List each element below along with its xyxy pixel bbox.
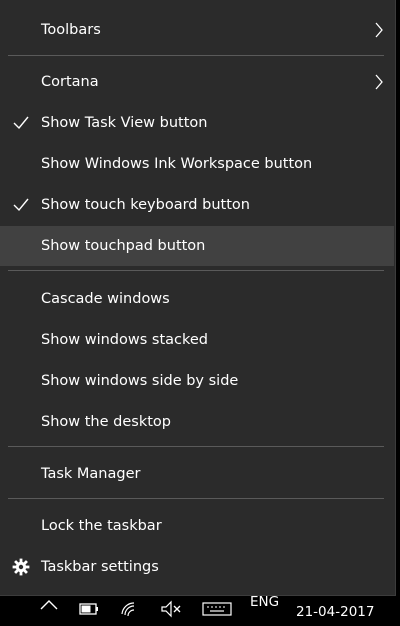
menu-item-label: Show windows side by side	[41, 373, 239, 389]
menu-item-show-windows-ink-workspace-button[interactable]: Show Windows Ink Workspace button	[0, 144, 394, 184]
menu-item-label: Cortana	[41, 74, 99, 90]
gear-icon	[12, 558, 30, 576]
menu-item-show-task-view-button[interactable]: Show Task View button	[0, 103, 394, 143]
menu-item-taskbar-settings[interactable]: Taskbar settings	[0, 547, 394, 587]
menu-item-label: Task Manager	[41, 466, 141, 482]
menu-item-label: Show touchpad button	[41, 238, 206, 254]
menu-item-show-touchpad-button[interactable]: Show touchpad button	[0, 226, 394, 266]
menu-separator	[8, 270, 384, 271]
menu-item-label: Show the desktop	[41, 414, 171, 430]
menu-item-label: Show Windows Ink Workspace button	[41, 156, 313, 172]
menu-item-label: Cascade windows	[41, 291, 170, 307]
menu-item-task-manager[interactable]: Task Manager	[0, 454, 394, 494]
chevron-up-icon[interactable]	[38, 600, 60, 618]
battery-icon[interactable]	[78, 600, 100, 618]
wifi-icon[interactable]	[120, 600, 142, 618]
menu-item-cortana[interactable]: Cortana	[0, 62, 394, 102]
menu-item-label: Show touch keyboard button	[41, 197, 250, 213]
menu-item-label: Show Task View button	[41, 115, 208, 131]
speaker-muted-icon[interactable]	[160, 600, 182, 618]
menu-item-label: Lock the taskbar	[41, 518, 162, 534]
checkmark-icon	[13, 116, 29, 130]
menu-item-lock-the-taskbar[interactable]: Lock the taskbar	[0, 506, 394, 546]
screen: Toolbars Cortana Show Task View button S…	[0, 0, 400, 626]
menu-item-toolbars[interactable]: Toolbars	[0, 10, 394, 50]
taskbar-date[interactable]: 21-04-2017	[296, 604, 374, 620]
menu-separator	[8, 55, 384, 56]
taskbar-context-menu: Toolbars Cortana Show Task View button S…	[0, 0, 396, 596]
menu-item-show-touch-keyboard-button[interactable]: Show touch keyboard button	[0, 185, 394, 225]
menu-separator	[8, 446, 384, 447]
menu-item-cascade-windows[interactable]: Cascade windows	[0, 279, 394, 319]
checkmark-icon	[13, 198, 29, 212]
language-indicator[interactable]: ENG	[250, 594, 279, 610]
menu-item-label: Toolbars	[41, 22, 101, 38]
chevron-right-icon	[375, 74, 383, 90]
menu-item-show-windows-side-by-side[interactable]: Show windows side by side	[0, 361, 394, 401]
touch-keyboard-icon[interactable]	[202, 600, 232, 618]
taskbar: ENG 21-04-2017	[0, 594, 400, 626]
menu-item-show-the-desktop[interactable]: Show the desktop	[0, 402, 394, 442]
menu-item-label: Taskbar settings	[41, 559, 159, 575]
menu-item-label: Show windows stacked	[41, 332, 209, 348]
menu-separator	[8, 498, 384, 499]
menu-item-show-windows-stacked[interactable]: Show windows stacked	[0, 320, 394, 360]
chevron-right-icon	[375, 22, 383, 38]
